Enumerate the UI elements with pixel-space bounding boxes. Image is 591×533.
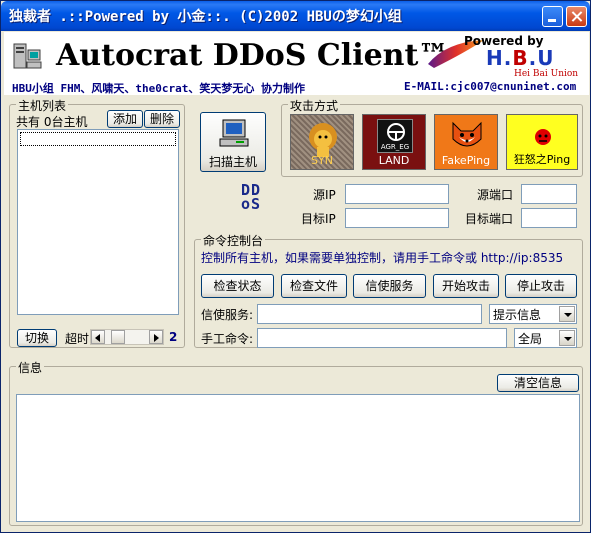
email-text: E-MAIL:cjc007@cnuninet.com <box>404 80 577 93</box>
lion-icon <box>309 123 337 157</box>
hbu-logo-u: .U <box>528 46 555 70</box>
dst-ip-input[interactable] <box>345 208 449 228</box>
messenger-service-button[interactable]: 信使服务 <box>353 274 426 298</box>
manual-command-label: 手工命令: <box>201 332 254 346</box>
attack-land-label: LAND <box>378 154 410 167</box>
manual-command-input[interactable] <box>257 328 507 348</box>
header-banner: Autocrat DDoS Client™ Powered by H.B.U H… <box>4 32 589 95</box>
attack-rage-ping-button[interactable]: 狂怒之Ping <box>506 114 578 170</box>
scan-hosts-button[interactable]: 扫描主机 <box>200 112 266 172</box>
host-count-text: 共有 0台主机 <box>16 115 88 129</box>
land-logo: AGR_EG <box>377 119 413 153</box>
attack-rage-ping-label: 狂怒之Ping <box>513 153 571 166</box>
dst-port-label: 目标端口 <box>465 212 514 226</box>
stop-attack-button[interactable]: 停止攻击 <box>505 274 577 298</box>
command-console-group: 命令控制台 控制所有主机，如果需要单独控制，请用手工命令或 http://ip:… <box>194 232 583 348</box>
attack-land-button[interactable]: AGR_EG LAND <box>362 114 426 170</box>
angry-face-icon <box>535 129 551 145</box>
close-button[interactable] <box>566 6 587 27</box>
credits-text: HBU小组 FHM、风啸天、the0crat、笑天梦无心 协力制作 <box>12 82 305 95</box>
chevron-down-icon[interactable] <box>559 306 575 322</box>
command-console-label: 命令控制台 <box>201 232 266 249</box>
attack-syn-button[interactable]: SYN <box>290 114 354 170</box>
slider-right-icon[interactable] <box>149 330 163 344</box>
attack-fakeping-button[interactable]: FakePing <box>434 114 498 170</box>
land-badge: AGR_EG <box>380 143 410 151</box>
attack-syn-label: SYN <box>311 154 333 167</box>
start-attack-button[interactable]: 开始攻击 <box>433 274 499 298</box>
clear-info-button[interactable]: 清空信息 <box>497 374 579 392</box>
attack-fakeping-label: FakePing <box>441 154 491 167</box>
host-list-group: 主机列表 共有 0台主机 添加 删除 切换 超时 2 <box>9 97 185 348</box>
messenger-input[interactable] <box>257 304 482 324</box>
fox-icon <box>452 121 482 147</box>
info-label: 信息 <box>16 359 45 376</box>
scan-hosts-label: 扫描主机 <box>208 155 257 169</box>
dst-ip-label: 目标IP <box>301 212 336 226</box>
window-title: 独裁者 .::Powered by 小金::. (C)2002 HBUの梦幻小组 <box>9 9 402 25</box>
timeout-slider[interactable] <box>90 329 164 345</box>
info-group: 信息 清空信息 <box>9 359 583 526</box>
main-window: 独裁者 .::Powered by 小金::. (C)2002 HBUの梦幻小组… <box>0 0 591 533</box>
switch-button[interactable]: 切换 <box>17 329 57 347</box>
list-focus-rect <box>20 132 176 146</box>
check-file-button[interactable]: 检查文件 <box>281 274 347 298</box>
app-title: Autocrat DDoS Client™ <box>56 38 449 73</box>
messenger-type-select[interactable]: 提示信息 <box>489 304 577 324</box>
attack-method-group: 攻击方式 SYN AGR_EG LAND FakePing 狂怒之Ping <box>281 97 583 177</box>
hbu-logo-b: B <box>512 46 529 70</box>
steering-icon <box>387 123 405 141</box>
src-ip-input[interactable] <box>345 184 449 204</box>
hbu-logo: H.B.U <box>486 46 554 70</box>
scan-computer-icon <box>219 119 249 147</box>
title-bar[interactable]: 独裁者 .::Powered by 小金::. (C)2002 HBUの梦幻小组 <box>1 1 590 31</box>
timeout-value: 2 <box>169 330 178 344</box>
minimize-button[interactable] <box>542 6 563 27</box>
src-port-label: 源端口 <box>477 188 514 202</box>
messenger-type-value: 提示信息 <box>493 308 542 322</box>
slider-thumb[interactable] <box>111 330 125 344</box>
host-listbox[interactable] <box>17 129 179 315</box>
manual-scope-select[interactable]: 全局 <box>514 328 577 348</box>
messenger-label: 信使服务: <box>201 308 254 322</box>
attack-method-label: 攻击方式 <box>288 97 341 114</box>
computer-icon <box>13 43 42 69</box>
ddos-logo-line2: oS <box>241 195 262 213</box>
manual-scope-value: 全局 <box>518 332 543 346</box>
slider-left-icon[interactable] <box>91 330 105 344</box>
add-host-button[interactable]: 添加 <box>107 110 143 128</box>
hbu-logo-h: H. <box>486 46 513 70</box>
ddos-mini-logo: DD oS <box>241 183 262 213</box>
host-list-label: 主机列表 <box>16 97 69 114</box>
info-textarea[interactable] <box>16 394 580 522</box>
dst-port-input[interactable] <box>521 208 577 228</box>
timeout-label: 超时 <box>65 332 90 346</box>
src-port-input[interactable] <box>521 184 577 204</box>
console-hint: 控制所有主机，如果需要单独控制，请用手工命令或 http://ip:8535 <box>201 251 564 265</box>
hbu-subtitle: Hei Bai Union <box>514 69 579 79</box>
src-ip-label: 源IP <box>313 188 336 202</box>
check-status-button[interactable]: 检查状态 <box>201 274 274 298</box>
delete-host-button[interactable]: 删除 <box>144 110 180 128</box>
chevron-down-icon[interactable] <box>559 330 575 346</box>
